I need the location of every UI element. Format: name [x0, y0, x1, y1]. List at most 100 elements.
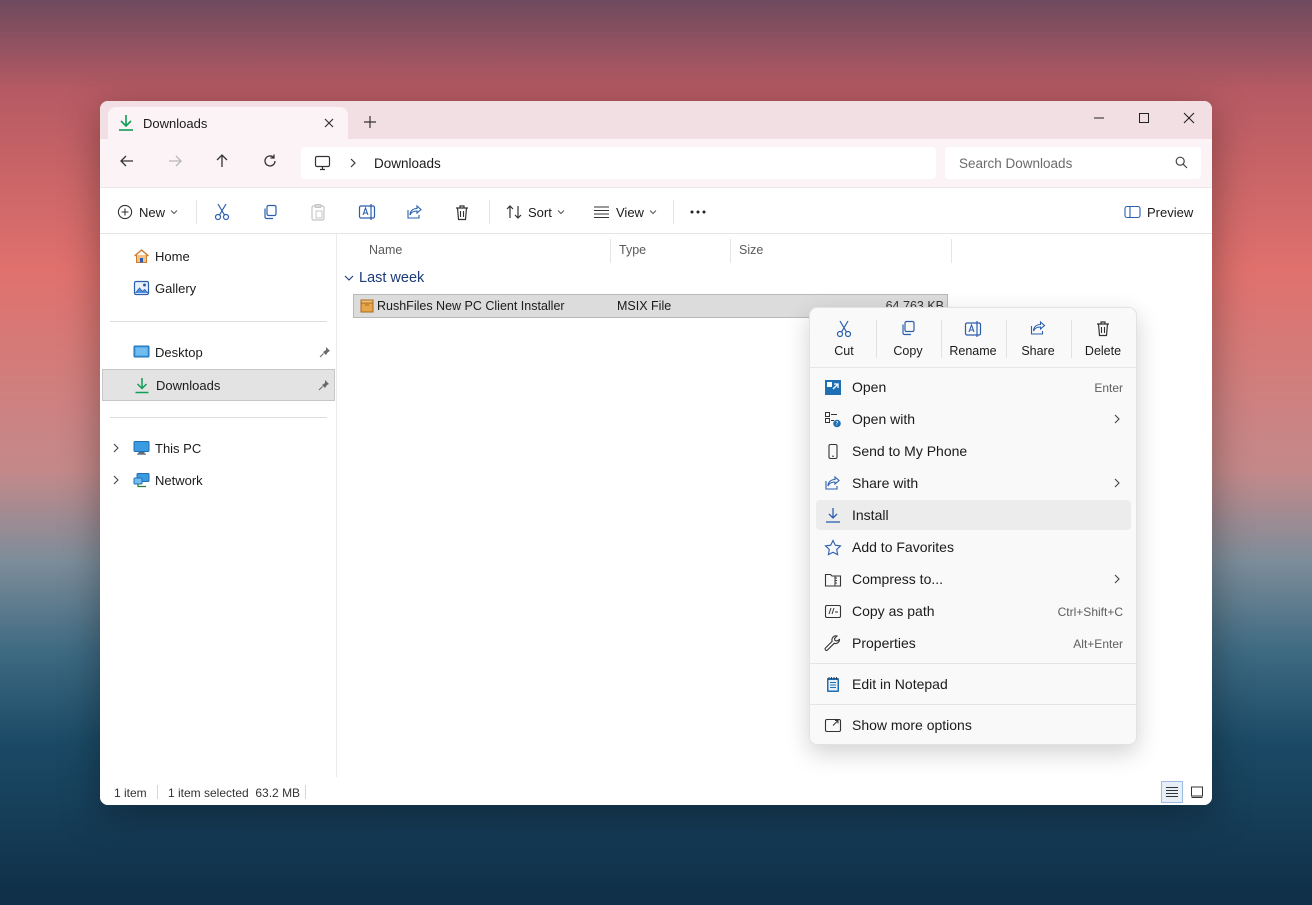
new-label: New — [139, 204, 166, 220]
menu-item-label: Copy as path — [852, 603, 935, 619]
clipboard-icon — [310, 203, 326, 221]
chevron-right-icon[interactable] — [112, 475, 120, 485]
status-bar: 1 item 1 item selected 63.2 MB — [100, 777, 1212, 805]
rename-icon — [964, 320, 982, 338]
msix-package-icon — [360, 299, 374, 313]
column-header-name[interactable]: Name — [361, 239, 611, 263]
menu-item-copy-as-path[interactable]: Copy as path Ctrl+Shift+C — [816, 596, 1131, 626]
menu-item-shortcut: Ctrl+Shift+C — [1057, 605, 1123, 619]
scissors-icon — [214, 203, 230, 221]
submenu-chevron-icon — [1113, 478, 1121, 488]
cut-quick-action[interactable]: Cut — [814, 316, 874, 362]
quick-action-label: Copy — [893, 344, 923, 358]
menu-item-label: Add to Favorites — [852, 539, 954, 555]
menu-item-send-to-phone[interactable]: Send to My Phone — [816, 436, 1131, 466]
phone-icon — [824, 443, 842, 460]
menu-item-properties[interactable]: Properties Alt+Enter — [816, 628, 1131, 658]
rename-button[interactable] — [358, 198, 376, 226]
menu-item-shortcut: Alt+Enter — [1073, 637, 1123, 651]
rename-icon — [358, 203, 376, 221]
file-name: RushFiles New PC Client Installer — [377, 299, 565, 313]
sidebar-item-label: Desktop — [155, 345, 203, 360]
address-bar-row: Downloads — [100, 139, 1212, 187]
new-button[interactable]: New — [117, 198, 178, 226]
details-view-button[interactable] — [1161, 781, 1183, 803]
up-arrow-icon[interactable] — [214, 153, 230, 169]
close-tab-icon[interactable] — [320, 114, 338, 132]
copy-path-icon — [824, 603, 842, 620]
search-icon[interactable] — [1175, 156, 1188, 169]
paste-button[interactable] — [310, 198, 326, 226]
open-with-icon: ? — [824, 411, 842, 428]
minimize-icon[interactable] — [1081, 106, 1117, 130]
forward-arrow-icon[interactable] — [167, 153, 183, 169]
sidebar-item-home[interactable]: Home — [102, 241, 335, 273]
search-box[interactable] — [945, 147, 1201, 179]
pin-icon[interactable] — [318, 379, 330, 391]
tab-downloads[interactable]: Downloads — [108, 107, 348, 139]
view-button[interactable]: View — [593, 198, 657, 226]
star-icon — [824, 539, 842, 556]
delete-quick-action[interactable]: Delete — [1073, 316, 1133, 362]
preview-pane-button[interactable]: Preview — [1124, 198, 1193, 226]
back-arrow-icon[interactable] — [119, 153, 135, 169]
chevron-down-icon — [649, 209, 657, 215]
sidebar-item-label: Downloads — [156, 378, 221, 393]
column-header-type[interactable]: Type — [611, 239, 731, 263]
submenu-chevron-icon — [1113, 574, 1121, 584]
group-label: Last week — [359, 270, 425, 286]
chevron-right-icon[interactable] — [112, 443, 120, 453]
delete-button[interactable] — [454, 198, 470, 226]
see-more-button[interactable] — [689, 198, 707, 226]
quick-action-label: Cut — [834, 344, 854, 358]
sidebar-item-gallery[interactable]: Gallery — [102, 273, 335, 305]
quick-actions-row: Cut Copy Rename Share Delete — [810, 308, 1136, 368]
column-header-size[interactable]: Size — [731, 239, 952, 263]
sidebar-item-downloads[interactable]: Downloads — [102, 369, 335, 401]
menu-item-label: Send to My Phone — [852, 443, 968, 459]
copy-icon — [900, 320, 916, 336]
address-field[interactable]: Downloads — [301, 147, 936, 179]
new-tab-icon[interactable] — [362, 114, 378, 130]
more-dots-icon — [689, 209, 707, 215]
pin-icon[interactable] — [319, 346, 331, 358]
sort-button[interactable]: Sort — [506, 198, 565, 226]
menu-item-edit-in-notepad[interactable]: Edit in Notepad — [816, 669, 1131, 699]
menu-item-open-with[interactable]: ? Open with — [816, 404, 1131, 434]
sidebar-item-network[interactable]: Network — [102, 465, 335, 497]
sidebar-item-this-pc[interactable]: This PC — [102, 433, 335, 465]
install-icon — [824, 507, 842, 524]
refresh-icon[interactable] — [262, 153, 278, 169]
menu-item-install[interactable]: Install — [816, 500, 1131, 530]
title-bar: Downloads — [100, 101, 1212, 139]
maximize-icon[interactable] — [1126, 106, 1162, 130]
copy-quick-action[interactable]: Copy — [878, 316, 938, 362]
computer-icon — [314, 155, 331, 171]
share-button[interactable] — [406, 198, 423, 226]
close-window-icon[interactable] — [1171, 106, 1207, 130]
menu-item-compress-to[interactable]: Compress to... — [816, 564, 1131, 594]
breadcrumb-downloads[interactable]: Downloads — [374, 156, 441, 171]
menu-item-label: Compress to... — [852, 571, 944, 587]
menu-item-add-to-favorites[interactable]: Add to Favorites — [816, 532, 1131, 562]
search-input[interactable] — [945, 147, 1165, 179]
cut-button[interactable] — [214, 198, 230, 226]
large-icons-view-button[interactable] — [1186, 781, 1208, 803]
sidebar-item-label: This PC — [155, 441, 202, 456]
copy-button[interactable] — [262, 198, 278, 226]
share-quick-action[interactable]: Share — [1008, 316, 1068, 362]
sidebar-item-desktop[interactable]: Desktop — [102, 337, 335, 369]
menu-item-show-more-options[interactable]: Show more options — [816, 710, 1131, 740]
notepad-icon — [824, 676, 842, 693]
quick-action-label: Delete — [1084, 344, 1122, 358]
open-icon — [824, 379, 842, 396]
menu-item-share-with[interactable]: Share with — [816, 468, 1131, 498]
quick-action-label: Rename — [949, 344, 997, 358]
menu-item-label: Edit in Notepad — [852, 676, 948, 692]
quick-action-label: Share — [1021, 344, 1055, 358]
details-view-icon — [1166, 787, 1178, 797]
rename-quick-action[interactable]: Rename — [943, 316, 1003, 362]
menu-item-open[interactable]: Open Enter — [816, 372, 1131, 402]
group-header-last-week[interactable]: Last week — [344, 270, 424, 286]
home-icon — [133, 248, 150, 264]
